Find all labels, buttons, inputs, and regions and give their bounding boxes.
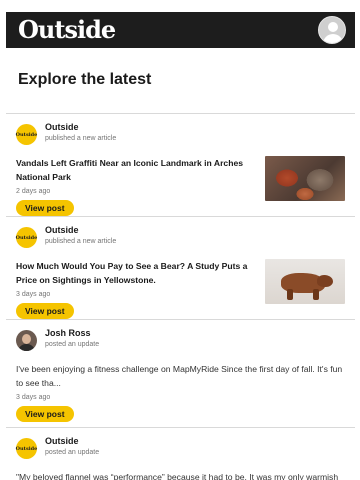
rock-formation-image[interactable] (265, 156, 345, 201)
view-post-button[interactable]: View post (16, 406, 74, 422)
user-avatar-icon (328, 22, 338, 32)
article-headline[interactable]: How Much Would You Pay to See a Bear? A … (16, 259, 254, 287)
update-text: I've been enjoying a fitness challenge o… (16, 364, 343, 388)
user-avatar[interactable] (16, 330, 37, 351)
outside-brand-avatar: Outside (16, 227, 37, 248)
post-action: published a new article (45, 135, 117, 142)
timestamp: 3 days ago (16, 394, 51, 401)
author-name[interactable]: Outside (45, 123, 116, 132)
outside-brand-avatar: Outside (16, 438, 37, 459)
author-name[interactable]: Josh Ross (45, 329, 99, 338)
timestamp: 2 days ago (16, 188, 51, 195)
feed-card: Outside Outside published a new article … (6, 217, 355, 319)
feed-card: Outside Outside posted an update "My bel… (6, 428, 355, 480)
author-name[interactable]: Outside (45, 437, 99, 446)
view-post-button[interactable]: View post (16, 200, 74, 216)
author-name[interactable]: Outside (45, 226, 116, 235)
feed-card: Outside Outside published a new article … (6, 114, 355, 216)
update-text: "My beloved flannel was “performance” be… (16, 472, 339, 480)
outside-brand-avatar: Outside (16, 124, 37, 145)
post-action: posted an update (45, 341, 100, 348)
post-action: posted an update (45, 449, 100, 456)
page-title: Explore the latest (18, 71, 152, 88)
timestamp: 3 days ago (16, 291, 51, 298)
post-action: published a new article (45, 238, 117, 245)
feed-card: Josh Ross posted an update I've been enj… (6, 320, 355, 427)
grizzly-bear-image[interactable] (265, 259, 345, 304)
activity-feed: Outside Outside published a new article … (6, 113, 355, 480)
outside-logo[interactable]: Outside (18, 18, 116, 42)
view-post-button[interactable]: View post (16, 303, 74, 319)
top-navigation-bar: Outside (6, 12, 355, 48)
article-headline[interactable]: Vandals Left Graffiti Near an Iconic Lan… (16, 156, 254, 184)
profile-avatar-button[interactable] (318, 16, 346, 44)
